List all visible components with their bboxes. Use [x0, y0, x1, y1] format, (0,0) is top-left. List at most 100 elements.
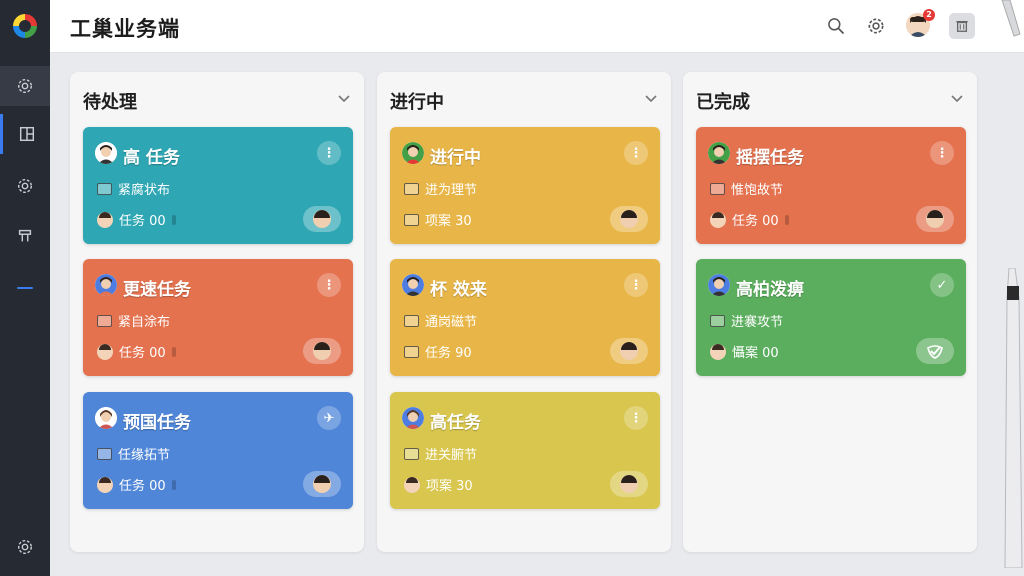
- assignee-button[interactable]: [303, 206, 341, 232]
- sidebar-divider: [17, 287, 33, 289]
- done-badge-button[interactable]: [916, 338, 954, 364]
- card-title: 高柏泼痹: [736, 280, 804, 300]
- card-title: 高任务: [430, 413, 481, 433]
- card-detail-row: 紧腐状布: [97, 179, 170, 198]
- column-title: 已完成: [696, 92, 750, 113]
- chevron-down-icon[interactable]: [336, 90, 352, 106]
- sidebar-item-settings[interactable]: [0, 66, 50, 106]
- card-title: 进行中: [430, 148, 481, 168]
- assignee-button[interactable]: [610, 206, 648, 232]
- monitor-icon: [404, 447, 419, 460]
- sidebar: [0, 0, 50, 576]
- more-button[interactable]: ⋮: [317, 141, 341, 165]
- more-button[interactable]: ⋮: [624, 141, 648, 165]
- card-detail: 进褰攻节: [731, 315, 784, 330]
- assignee-button[interactable]: [303, 338, 341, 364]
- more-button[interactable]: ⋮: [624, 273, 648, 297]
- task-card[interactable]: 进行中 ⋮ 进为理节 项案 30: [390, 127, 660, 244]
- card-detail: 进为理节: [425, 183, 478, 198]
- card-task-row: 项案 30: [404, 475, 473, 494]
- monitor-icon: [404, 345, 419, 358]
- card-title: 摇摆任务: [736, 148, 804, 168]
- card-task: 项案 30: [425, 214, 472, 229]
- more-button[interactable]: ⋮: [930, 141, 954, 165]
- assignee-avatar: [620, 210, 638, 228]
- trash-button[interactable]: [949, 13, 975, 39]
- card-detail-row: 进关腑节: [404, 444, 477, 463]
- progress-indicator: [171, 479, 176, 490]
- search-icon: [828, 18, 845, 35]
- card-task: 任务 00: [119, 346, 166, 361]
- assignee-button[interactable]: [916, 206, 954, 232]
- column-pending: 待处理 高 任务 ⋮ 紧腐状布 任务 00 更速任务 ⋮ 紧自涂布 任务 00 …: [70, 72, 364, 552]
- document-icon: [97, 182, 112, 195]
- card-detail: 进关腑节: [425, 448, 478, 463]
- sidebar-item-tools[interactable]: [0, 216, 50, 256]
- card-task-row: 任务 00: [97, 342, 176, 361]
- card-task: 任务 00: [119, 479, 166, 494]
- card-task-row: 任务 00: [97, 210, 176, 229]
- sidebar-item-dashboard[interactable]: [0, 114, 50, 154]
- top-header: 工巢业务端 2: [50, 0, 1024, 53]
- avatar: [95, 407, 117, 429]
- mini-avatar: [710, 211, 726, 228]
- task-card[interactable]: 高任务 ⋮ 进关腑节 项案 30: [390, 392, 660, 509]
- card-task-row: 懾案 00: [710, 342, 779, 361]
- card-detail-row: 惟饱故节: [710, 179, 783, 198]
- assignee-avatar: [620, 342, 638, 360]
- monitor-icon: [404, 182, 419, 195]
- column-in-progress: 进行中 进行中 ⋮ 进为理节 项案 30 杯 效来 ⋮ 通岗磁节 任务 90 高…: [377, 72, 671, 552]
- assignee-avatar: [313, 210, 331, 228]
- card-detail-row: 紧自涂布: [97, 311, 170, 330]
- more-button[interactable]: ⋮: [317, 273, 341, 297]
- card-title: 预国任务: [123, 413, 191, 433]
- avatar: [402, 142, 424, 164]
- task-card[interactable]: 杯 效来 ⋮ 通岗磁节 任务 90: [390, 259, 660, 376]
- settings-cog-icon: [17, 178, 33, 194]
- card-detail-row: 通岗磁节: [404, 311, 477, 330]
- sidebar-item-config[interactable]: [0, 166, 50, 206]
- chevron-down-icon[interactable]: [643, 90, 659, 106]
- card-task: 任务 00: [119, 214, 166, 229]
- trash-icon: [956, 20, 968, 32]
- task-card[interactable]: 高 任务 ⋮ 紧腐状布 任务 00: [83, 127, 353, 244]
- chevron-down-icon[interactable]: [949, 90, 965, 106]
- task-card[interactable]: 更速任务 ⋮ 紧自涂布 任务 00: [83, 259, 353, 376]
- mini-avatar: [404, 476, 420, 493]
- monitor-icon: [97, 314, 112, 327]
- dashboard-icon: [19, 126, 34, 142]
- card-task: 项案 30: [426, 479, 473, 494]
- mini-avatar: [97, 211, 113, 228]
- column-title: 待处理: [83, 92, 137, 113]
- card-detail: 紧腐状布: [118, 183, 171, 198]
- more-button[interactable]: ⋮: [624, 406, 648, 430]
- card-detail-row: 任缘拓节: [97, 444, 170, 463]
- gear-icon: [868, 18, 884, 34]
- column-done: 已完成 摇摆任务 ⋮ 惟饱故节 任务 00 高柏泼痹 ✓ 进褰攻节 懾案 00: [683, 72, 977, 552]
- settings-button[interactable]: [864, 14, 888, 38]
- assignee-button[interactable]: [610, 471, 648, 497]
- more-button[interactable]: ✈: [317, 406, 341, 430]
- document-icon: [97, 447, 112, 460]
- card-task: 任务 00: [732, 214, 779, 229]
- avatar: [95, 274, 117, 296]
- card-detail: 惟饱故节: [731, 183, 784, 198]
- assignee-button[interactable]: [610, 338, 648, 364]
- search-button[interactable]: [824, 14, 848, 38]
- pen-cap-decoration: [1001, 0, 1021, 37]
- avatar: [402, 407, 424, 429]
- notification-badge: 2: [923, 9, 935, 21]
- app-logo: [11, 12, 39, 40]
- check-badge-icon: [927, 345, 943, 359]
- card-detail-row: 进为理节: [404, 179, 477, 198]
- sidebar-item-bottom-settings[interactable]: [0, 527, 50, 567]
- user-avatar[interactable]: 2: [906, 9, 935, 37]
- complete-check-button[interactable]: ✓: [930, 273, 954, 297]
- assignee-avatar: [313, 475, 331, 493]
- task-card[interactable]: 高柏泼痹 ✓ 进褰攻节 懾案 00: [696, 259, 966, 376]
- assignee-button[interactable]: [303, 471, 341, 497]
- task-card[interactable]: 预国任务 ✈ 任缘拓节 任务 00: [83, 392, 353, 509]
- document-icon: [710, 182, 725, 195]
- card-detail: 紧自涂布: [118, 315, 171, 330]
- task-card[interactable]: 摇摆任务 ⋮ 惟饱故节 任务 00: [696, 127, 966, 244]
